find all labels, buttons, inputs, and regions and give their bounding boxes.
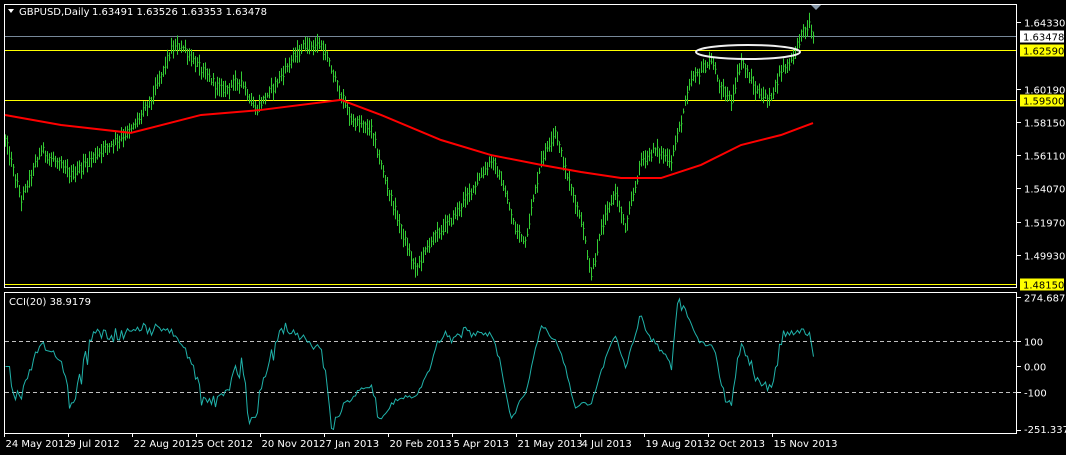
y-tick-label: 1.60190 (1024, 86, 1065, 97)
cci-tick-label: -251.3371 (1024, 425, 1066, 436)
dropdown-triangle-icon[interactable] (8, 9, 14, 13)
y-tick-label: 1.64330 (1024, 19, 1065, 30)
cci-panel-frame (4, 292, 1017, 434)
cci-tick-label: 274.6873 (1024, 294, 1066, 305)
x-tick-label: 7 Jan 2013 (326, 439, 380, 450)
cci-tick-label: 0.00 (1024, 363, 1046, 374)
cci-tick-label: -100 (1024, 389, 1047, 400)
level-price-label: 1.48150 (1023, 281, 1064, 292)
x-tick-label: 5 Oct 2012 (198, 439, 253, 450)
x-tick-label: 4 Jul 2013 (582, 439, 632, 450)
y-tick-label: 1.54070 (1024, 185, 1065, 196)
y-tick-label: 1.58150 (1024, 119, 1065, 130)
x-tick-label: 20 Feb 2013 (390, 439, 452, 450)
x-tick-label: 15 Nov 2013 (774, 439, 838, 450)
chart-canvas[interactable]: 1.63478 1.62590 1.59500 1.48150 1.64330 1.601… (0, 0, 1066, 455)
ohlc-values: 1.63491 1.63526 1.63353 1.63478 (92, 7, 267, 18)
x-tick-label: 24 May 2012 (6, 439, 71, 450)
price-panel-frame (4, 4, 1017, 288)
moving-average-line (4, 98, 814, 180)
cci-axis: 274.6873 100 0.00 -100 -251.3371 (1017, 294, 1066, 436)
chart-shift-marker-icon[interactable] (811, 5, 821, 10)
cci-tick-label: 100 (1024, 338, 1043, 349)
cci-levels (5, 341, 1016, 393)
y-tick-label: 1.49930 (1024, 252, 1065, 263)
x-tick-label: 21 May 2013 (518, 439, 583, 450)
y-tick-label: 1.56110 (1024, 152, 1065, 163)
level-price-label: 1.63478 (1023, 33, 1064, 44)
y-tick-label: 1.51970 (1024, 219, 1065, 230)
cci-title: CCI(20) 38.9179 (9, 297, 91, 308)
x-tick-label: 9 Jul 2012 (70, 439, 120, 450)
level-price-label: 1.62590 (1023, 47, 1064, 58)
x-tick-label: 19 Aug 2013 (646, 439, 710, 450)
x-tick-label: 2 Oct 2013 (710, 439, 765, 450)
x-tick-label: 22 Aug 2012 (134, 439, 198, 450)
resistance-ellipse-annotation[interactable] (695, 44, 801, 60)
cci-line (5, 297, 814, 431)
time-axis: 24 May 20129 Jul 2012 22 Aug 2012 5 Oct 20… (4, 433, 838, 450)
horizontal-lines[interactable] (5, 36, 1016, 285)
symbol-timeframe: GBPUSD,Daily (19, 7, 90, 18)
price-axis: 1.63478 1.62590 1.59500 1.48150 1.64330 1.601… (1017, 19, 1065, 292)
x-tick-label: 20 Nov 2012 (262, 439, 326, 450)
level-price-label: 1.59500 (1023, 97, 1064, 108)
x-tick-label: 5 Apr 2013 (454, 439, 509, 450)
price-bars (5, 12, 815, 281)
